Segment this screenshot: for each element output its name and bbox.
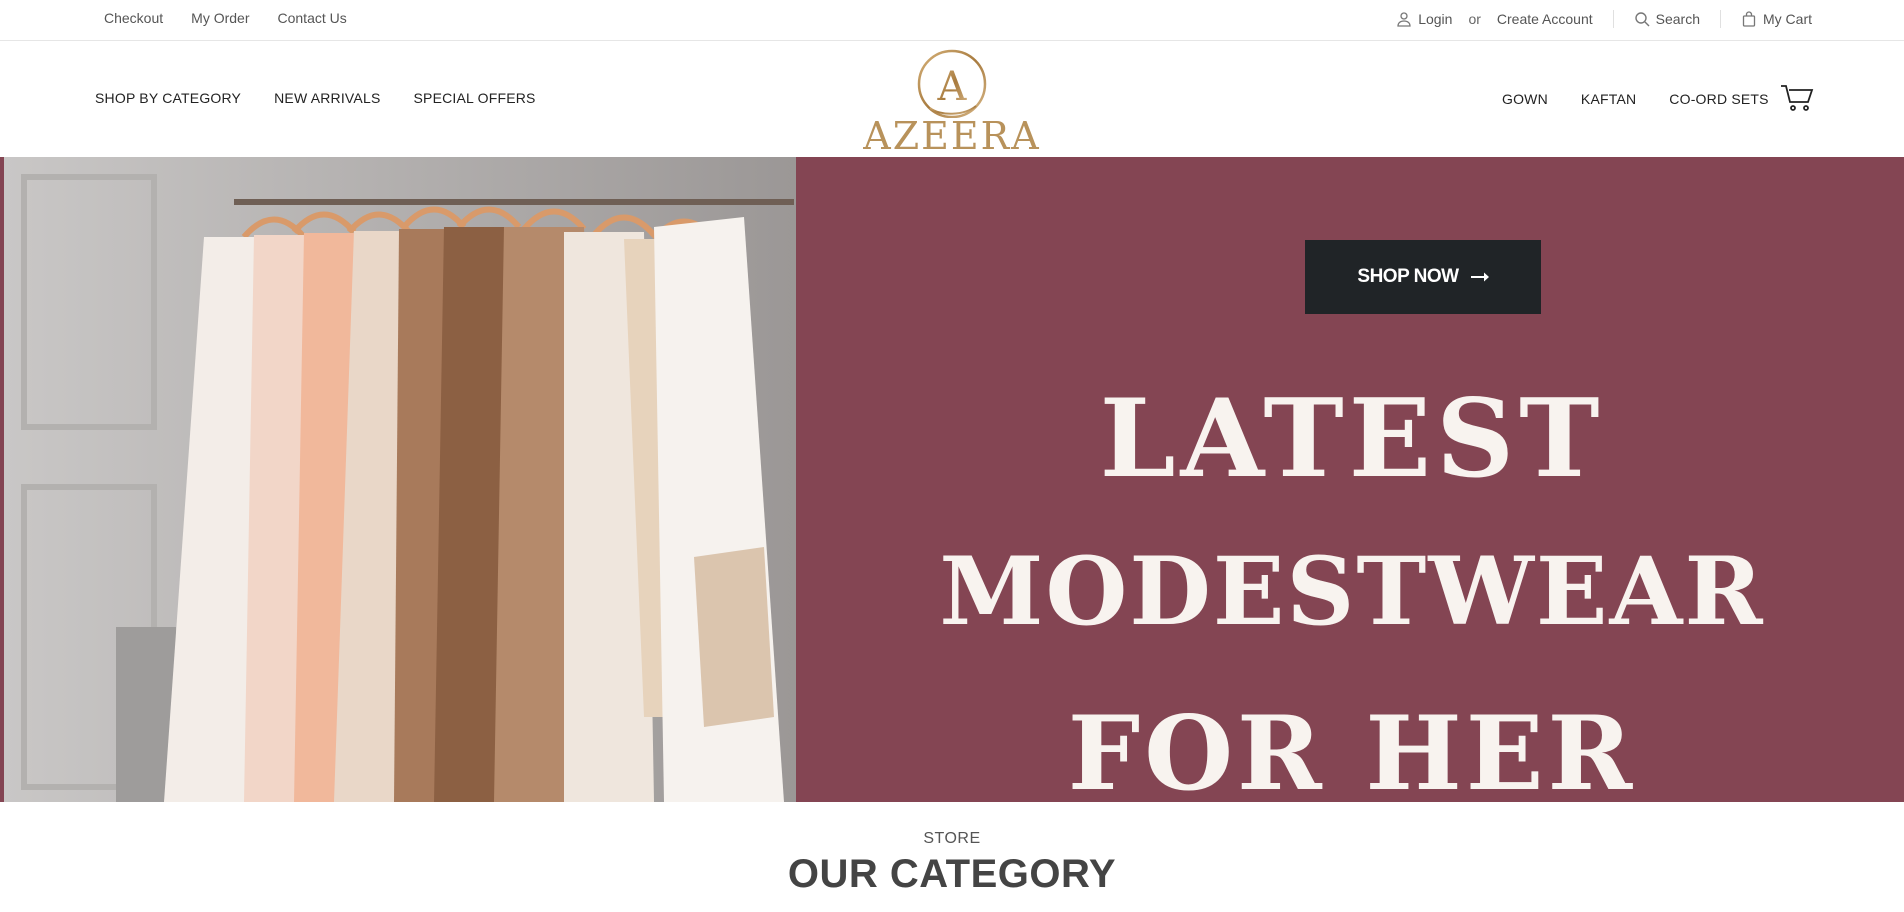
login-link[interactable]: Login: [1418, 11, 1452, 27]
logo-monogram-icon: A: [917, 49, 987, 118]
search-link[interactable]: Search: [1656, 11, 1700, 27]
or-text: or: [1468, 11, 1481, 27]
primary-nav-left: SHOP BY CATEGORY NEW ARRIVALS SPECIAL OF…: [95, 90, 536, 106]
hero-headline-line-2: MODESTWEAR: [939, 537, 1765, 647]
cart-icon[interactable]: [1780, 82, 1814, 112]
hero-banner: SHOP NOW LATEST MODESTWEAR FOR HER: [0, 157, 1904, 802]
section-title: OUR CATEGORY: [787, 852, 1117, 896]
nav-new-arrivals[interactable]: NEW ARRIVALS: [274, 90, 380, 106]
user-icon: [1397, 12, 1411, 27]
mini-cart-trigger[interactable]: My Cart: [1741, 11, 1812, 27]
search-trigger[interactable]: Search: [1634, 11, 1700, 27]
search-icon: [1634, 12, 1650, 27]
section-eyebrow: STORE: [923, 830, 981, 847]
hero-headline-line-3: FOR HER: [1067, 694, 1637, 802]
my-cart-link[interactable]: My Cart: [1763, 11, 1812, 27]
login-group: Login or Create Account: [1396, 11, 1593, 27]
shop-now-label: SHOP NOW: [1357, 266, 1459, 287]
divider: [1720, 10, 1721, 28]
create-account-link[interactable]: Create Account: [1497, 11, 1593, 27]
svg-text:A: A: [937, 64, 968, 110]
clothing-rack-image: [4, 157, 796, 802]
nav-special-offers[interactable]: SPECIAL OFFERS: [414, 90, 536, 106]
top-utility-bar: Checkout My Order Contact Us Login or Cr…: [0, 0, 1904, 41]
my-order-link[interactable]: My Order: [191, 10, 249, 26]
shopping-bag-icon: [1742, 11, 1756, 27]
nav-gown[interactable]: GOWN: [1502, 91, 1548, 107]
contact-us-link[interactable]: Contact Us: [278, 10, 347, 26]
arrow-right-icon: [1470, 272, 1489, 282]
utility-links: Checkout My Order Contact Us: [104, 10, 347, 26]
main-header: SHOP BY CATEGORY NEW ARRIVALS SPECIAL OF…: [0, 42, 1904, 158]
divider: [1612, 10, 1614, 28]
account-area: Login or Create Account Search My Cart: [1396, 10, 1812, 28]
checkout-link[interactable]: Checkout: [104, 10, 163, 26]
primary-nav-right: GOWN KAFTAN CO-ORD SETS: [1502, 91, 1769, 107]
nav-co-ord-sets[interactable]: CO-ORD SETS: [1669, 91, 1768, 107]
nav-shop-by-category[interactable]: SHOP BY CATEGORY: [95, 90, 241, 106]
brand-logo[interactable]: A AZEERA: [860, 48, 1044, 158]
nav-kaftan[interactable]: KAFTAN: [1581, 91, 1636, 107]
shop-now-button[interactable]: SHOP NOW: [1305, 240, 1541, 314]
hero-headline-line-1: LATEST: [1099, 376, 1605, 502]
logo-wordmark: AZEERA: [863, 114, 1041, 158]
